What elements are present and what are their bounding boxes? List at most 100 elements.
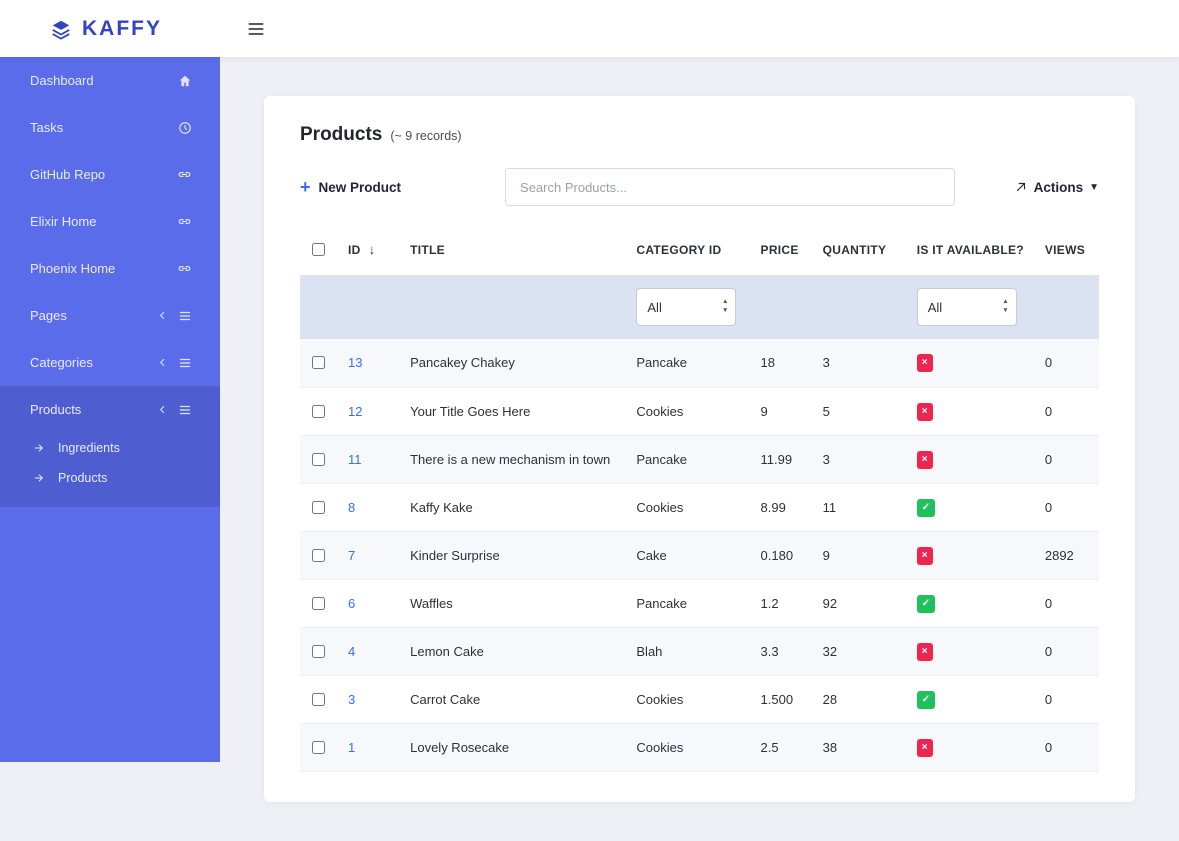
row-price: 2.5 bbox=[753, 723, 815, 771]
sidebar-item-label: Elixir Home bbox=[30, 214, 96, 229]
sidebar-toggle-button[interactable] bbox=[246, 19, 266, 39]
row-title: Kaffy Kake bbox=[402, 483, 628, 531]
row-id-link[interactable]: 3 bbox=[348, 692, 355, 707]
row-category-id: Cookies bbox=[628, 723, 752, 771]
row-price: 1.2 bbox=[753, 579, 815, 627]
category-filter-select[interactable]: All bbox=[636, 288, 736, 326]
sidebar-item-elixir-home[interactable]: Elixir Home bbox=[0, 198, 220, 245]
sidebar-item-label: Dashboard bbox=[30, 73, 94, 88]
row-checkbox[interactable] bbox=[312, 741, 325, 754]
row-views: 0 bbox=[1037, 579, 1099, 627]
row-id-link[interactable]: 7 bbox=[348, 548, 355, 563]
row-quantity: 28 bbox=[815, 675, 909, 723]
row-checkbox[interactable] bbox=[312, 597, 325, 610]
table-row: 6WafflesPancake1.292✓0 bbox=[300, 579, 1099, 627]
row-title: Pancakey Chakey bbox=[402, 339, 628, 387]
row-category-id: Cake bbox=[628, 531, 752, 579]
row-quantity: 3 bbox=[815, 435, 909, 483]
search-input[interactable] bbox=[505, 168, 955, 206]
list-icon bbox=[178, 403, 192, 417]
sidebar-item-phoenix-home[interactable]: Phoenix Home bbox=[0, 245, 220, 292]
caret-down-icon: ▼ bbox=[1089, 182, 1099, 193]
sidebar-subitem-label: Ingredients bbox=[58, 441, 120, 455]
row-checkbox[interactable] bbox=[312, 356, 325, 369]
row-title: There is a new mechanism in town bbox=[402, 435, 628, 483]
row-checkbox[interactable] bbox=[312, 645, 325, 658]
row-id-link[interactable]: 1 bbox=[348, 740, 355, 755]
row-quantity: 5 bbox=[815, 387, 909, 435]
row-title: Your Title Goes Here bbox=[402, 387, 628, 435]
filter-row: All ▲▼ All ▲▼ bbox=[300, 275, 1099, 339]
row-checkbox[interactable] bbox=[312, 693, 325, 706]
sidebar-active-group: Products Ingredients Products bbox=[0, 386, 220, 507]
row-price: 8.99 bbox=[753, 483, 815, 531]
column-header-id[interactable]: ID↓ bbox=[340, 232, 402, 275]
table-row: 13Pancakey ChakeyPancake183×0 bbox=[300, 339, 1099, 387]
row-checkbox[interactable] bbox=[312, 549, 325, 562]
row-title: Lemon Cake bbox=[402, 627, 628, 675]
table-row: 11 There is a new mechanism in townPancak… bbox=[300, 435, 1099, 483]
sidebar-item-categories[interactable]: Categories bbox=[0, 339, 220, 386]
unavailable-badge: × bbox=[917, 643, 933, 661]
sidebar-item-github-repo[interactable]: GitHub Repo bbox=[0, 151, 220, 198]
table-body: 13Pancakey ChakeyPancake183×012Your Titl… bbox=[300, 339, 1099, 771]
actions-dropdown[interactable]: Actions ▼ bbox=[1014, 180, 1099, 195]
row-id-link[interactable]: 8 bbox=[348, 500, 355, 515]
brand-logo[interactable]: KAFFY bbox=[0, 17, 220, 41]
row-quantity: 11 bbox=[815, 483, 909, 531]
row-title: Waffles bbox=[402, 579, 628, 627]
new-product-button[interactable]: + New Product bbox=[300, 178, 401, 196]
link-icon bbox=[177, 261, 192, 276]
unavailable-badge: × bbox=[917, 451, 933, 469]
sidebar-item-label: Tasks bbox=[30, 120, 63, 135]
row-price: 3.3 bbox=[753, 627, 815, 675]
row-id-link[interactable]: 11 bbox=[348, 452, 362, 467]
row-category-id: Blah bbox=[628, 627, 752, 675]
main-area: Products (~ 9 records) + New Product Act… bbox=[220, 0, 1179, 841]
row-views: 2892 bbox=[1037, 531, 1099, 579]
sidebar-item-pages[interactable]: Pages bbox=[0, 292, 220, 339]
hamburger-icon bbox=[246, 19, 266, 39]
select-all-checkbox[interactable] bbox=[312, 243, 325, 256]
row-views: 0 bbox=[1037, 339, 1099, 387]
row-category-id: Pancake bbox=[628, 435, 752, 483]
row-views: 0 bbox=[1037, 723, 1099, 771]
actions-label: Actions bbox=[1034, 180, 1084, 195]
row-price: 18 bbox=[753, 339, 815, 387]
row-id-link[interactable]: 13 bbox=[348, 355, 362, 370]
available-badge: ✓ bbox=[917, 499, 935, 517]
sidebar-item-tasks[interactable]: Tasks bbox=[0, 104, 220, 151]
home-icon bbox=[178, 74, 192, 88]
row-checkbox[interactable] bbox=[312, 453, 325, 466]
available-filter-select[interactable]: All bbox=[917, 288, 1017, 326]
column-header-available: IS IT AVAILABLE? bbox=[909, 232, 1037, 275]
row-category-id: Pancake bbox=[628, 579, 752, 627]
link-icon bbox=[177, 214, 192, 229]
row-views: 0 bbox=[1037, 387, 1099, 435]
row-title: Lovely Rosecake bbox=[402, 723, 628, 771]
page-title: Products bbox=[300, 124, 382, 146]
row-checkbox[interactable] bbox=[312, 405, 325, 418]
column-header-price: PRICE bbox=[753, 232, 815, 275]
table-row: 1Lovely RosecakeCookies2.538×0 bbox=[300, 723, 1099, 771]
row-id-link[interactable]: 12 bbox=[348, 404, 362, 419]
row-id-link[interactable]: 4 bbox=[348, 644, 355, 659]
unavailable-badge: × bbox=[917, 547, 933, 565]
sidebar-subitem-ingredients[interactable]: Ingredients bbox=[0, 433, 220, 463]
column-header-title: TITLE bbox=[402, 232, 628, 275]
row-quantity: 92 bbox=[815, 579, 909, 627]
sidebar-subitem-products[interactable]: Products bbox=[0, 463, 220, 493]
row-category-id: Cookies bbox=[628, 675, 752, 723]
sidebar: Dashboard Tasks GitHub Repo Elixir Home Phoe… bbox=[0, 57, 220, 762]
chevron-left-icon bbox=[157, 357, 168, 368]
table-row: 8Kaffy KakeCookies8.9911✓0 bbox=[300, 483, 1099, 531]
row-id-link[interactable]: 6 bbox=[348, 596, 355, 611]
sidebar-item-label: Phoenix Home bbox=[30, 261, 115, 276]
row-price: 0.180 bbox=[753, 531, 815, 579]
row-price: 11.99 bbox=[753, 435, 815, 483]
sidebar-item-dashboard[interactable]: Dashboard bbox=[0, 57, 220, 104]
row-checkbox[interactable] bbox=[312, 501, 325, 514]
row-views: 0 bbox=[1037, 435, 1099, 483]
row-quantity: 9 bbox=[815, 531, 909, 579]
sidebar-item-products[interactable]: Products bbox=[0, 386, 220, 433]
